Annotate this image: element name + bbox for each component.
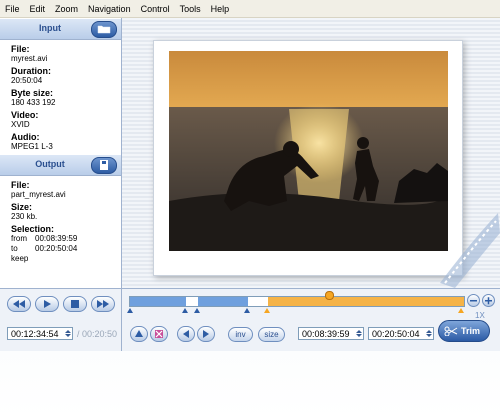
video-frame xyxy=(153,40,463,276)
file-label: File: xyxy=(11,44,30,54)
menu-tools[interactable]: Tools xyxy=(175,4,206,14)
scissors-icon xyxy=(444,326,458,336)
trim-label: Trim xyxy=(461,326,481,336)
delete-marker-button[interactable] xyxy=(150,326,168,342)
segment-marker[interactable] xyxy=(182,308,188,313)
control-bar: 00:12:34:54 / 00:20:50 1X inv size 00:08… xyxy=(0,288,500,351)
stop-button[interactable] xyxy=(63,296,87,312)
open-file-button[interactable] xyxy=(91,21,117,38)
timeline-track[interactable] xyxy=(129,296,465,307)
byte-size-label: Byte size: xyxy=(11,88,54,98)
zoom-in-button[interactable] xyxy=(482,294,495,307)
video-value: XVID xyxy=(11,120,30,129)
set-start-button[interactable] xyxy=(130,326,148,342)
menu-navigation[interactable]: Navigation xyxy=(83,4,136,14)
rewind-button[interactable] xyxy=(7,296,31,312)
start-time-value: 00:08:39:59 xyxy=(302,328,350,339)
minus-icon xyxy=(470,300,477,302)
input-header: Input xyxy=(0,18,121,40)
forward-icon xyxy=(97,300,109,308)
zoom-out-button[interactable] xyxy=(467,294,480,307)
folder-icon xyxy=(97,25,111,34)
menu-zoom[interactable]: Zoom xyxy=(50,4,83,14)
size-button[interactable]: size xyxy=(258,327,285,342)
audio-value: MPEG1 L-3 xyxy=(11,142,53,151)
zoom-level: 1X xyxy=(475,311,485,320)
timeline-segment xyxy=(130,297,186,306)
prev-marker-icon xyxy=(183,330,189,338)
byte-size-value: 180 433 192 xyxy=(11,98,56,107)
save-output-button[interactable] xyxy=(91,157,117,174)
next-marker-icon xyxy=(203,330,209,338)
segment-marker[interactable] xyxy=(244,308,250,313)
output-size-value: 230 kb. xyxy=(11,212,38,221)
film-strip-icon xyxy=(440,213,500,288)
input-info: File: myrest.avi Duration: 20:50:04 Byte… xyxy=(0,40,121,152)
video-label: Video: xyxy=(11,110,39,120)
end-time-field[interactable]: 00:20:50:04 xyxy=(368,327,434,340)
audio-label: Audio: xyxy=(11,132,40,142)
current-time-field[interactable]: 00:12:34:54 xyxy=(7,327,73,340)
to-value: 00:20:50:04 xyxy=(35,244,78,253)
invert-selection-button[interactable]: inv xyxy=(228,327,253,342)
start-time-field[interactable]: 00:08:39:59 xyxy=(298,327,364,340)
segment-marker[interactable] xyxy=(194,308,200,313)
control-reflection xyxy=(0,351,500,419)
start-time-stepper[interactable] xyxy=(355,329,362,339)
timeline-segment xyxy=(198,297,248,306)
playhead-handle[interactable] xyxy=(325,291,334,300)
output-header: Output xyxy=(0,154,121,176)
forward-button[interactable] xyxy=(91,296,115,312)
play-button[interactable] xyxy=(35,296,59,312)
keep-value: keep xyxy=(11,254,29,263)
selection-start-marker[interactable] xyxy=(264,308,270,313)
output-file-label: File: xyxy=(11,180,30,190)
menu-edit[interactable]: Edit xyxy=(25,4,51,14)
stop-icon xyxy=(71,300,79,308)
selection-from-row: from 00:08:39:59 xyxy=(11,234,121,244)
info-panel: Input File: myrest.avi Duration: 20:50:0… xyxy=(0,18,122,288)
video-preview-image xyxy=(169,51,448,251)
total-time: / 00:20:50 xyxy=(77,329,118,339)
delete-marker-icon xyxy=(155,330,163,338)
end-time-stepper[interactable] xyxy=(425,329,432,339)
from-value: 00:08:39:59 xyxy=(35,234,78,243)
output-file-value: part_myrest.avi xyxy=(11,190,66,199)
output-title: Output xyxy=(35,159,65,169)
menu-help[interactable]: Help xyxy=(206,4,235,14)
menu-bar: File Edit Zoom Navigation Control Tools … xyxy=(0,0,500,18)
duration-label: Duration: xyxy=(11,66,51,76)
play-icon xyxy=(44,300,51,308)
rewind-icon xyxy=(13,300,25,308)
from-label: from xyxy=(11,234,27,243)
prev-marker-button[interactable] xyxy=(177,326,195,342)
output-info: File: part_myrest.avi Size: 230 kb. Sele… xyxy=(0,176,121,264)
video-preview-area xyxy=(122,18,500,288)
duration-value: 20:50:04 xyxy=(11,76,43,85)
transport-controls: 00:12:34:54 / 00:20:50 xyxy=(0,289,122,351)
file-value: myrest.avi xyxy=(11,54,48,63)
arrow-up-icon xyxy=(135,330,143,337)
selection-range xyxy=(268,297,464,306)
current-time-stepper[interactable] xyxy=(64,329,71,339)
end-time-value: 00:20:50:04 xyxy=(372,328,420,339)
save-icon xyxy=(100,160,108,170)
menu-control[interactable]: Control xyxy=(136,4,175,14)
segment-marker[interactable] xyxy=(127,308,133,313)
plus-icon xyxy=(485,297,492,305)
current-time-value: 00:12:34:54 xyxy=(11,328,59,339)
to-label: to xyxy=(11,244,18,253)
selection-label: Selection: xyxy=(11,224,55,234)
next-marker-button[interactable] xyxy=(197,326,215,342)
input-title: Input xyxy=(39,23,61,33)
trim-button[interactable]: Trim xyxy=(438,320,490,342)
output-size-label: Size: xyxy=(11,202,33,212)
menu-file[interactable]: File xyxy=(0,4,25,14)
selection-end-marker[interactable] xyxy=(458,308,464,313)
selection-to-row: to 00:20:50:04 xyxy=(11,244,121,254)
